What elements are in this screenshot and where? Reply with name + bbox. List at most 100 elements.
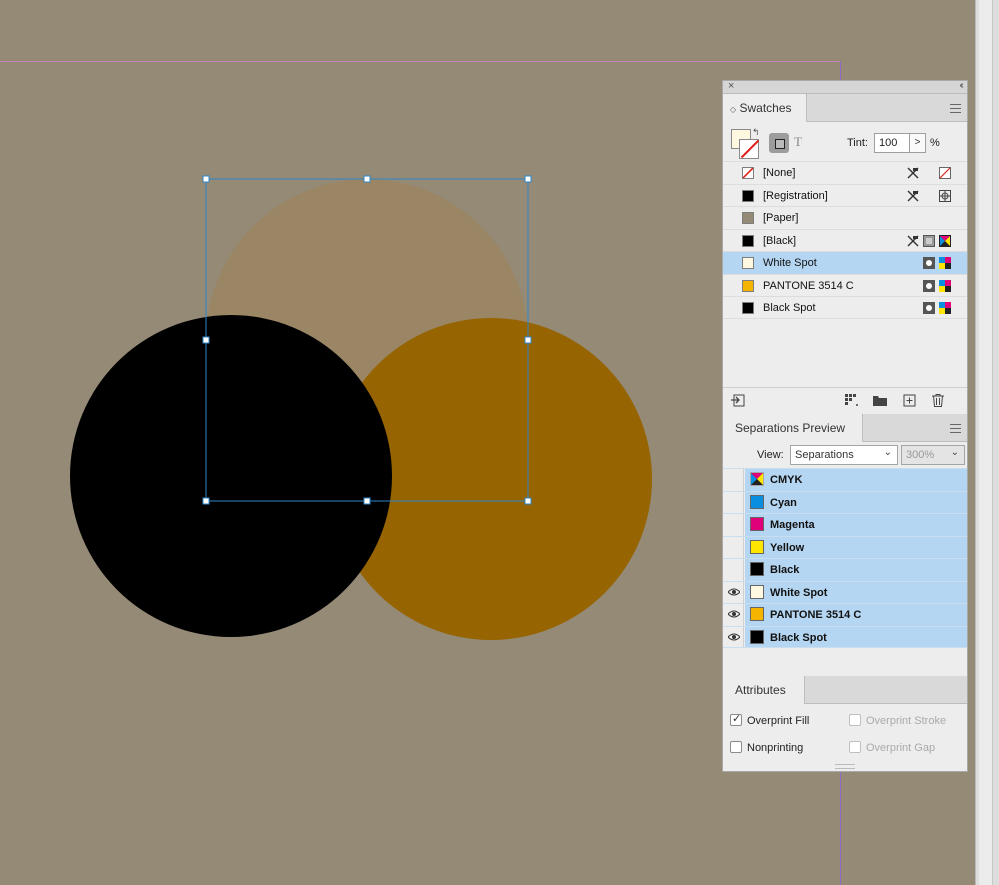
overprint-fill-label: Overprint Fill (747, 715, 810, 727)
swatch-row-paper[interactable]: [Paper] (723, 206, 967, 229)
formatting-text-button[interactable]: T (794, 134, 802, 150)
close-icon[interactable]: × (728, 80, 734, 92)
swatch-chip (742, 212, 754, 224)
nonprinting-checkbox[interactable] (730, 741, 742, 753)
swatch-name: [Registration] (763, 189, 828, 202)
separation-chip (750, 584, 764, 599)
separations-menu-icon[interactable] (950, 424, 961, 433)
handle-middle-right (524, 336, 532, 344)
none-swatch-icon (939, 167, 951, 179)
swatch-name: [Black] (763, 234, 797, 247)
tint-slider-button[interactable]: > (910, 133, 926, 153)
separation-name: White Spot (770, 586, 828, 599)
tab-separations-preview[interactable]: Separations Preview (723, 414, 863, 442)
swatch-name: Black Spot (763, 302, 816, 314)
stroke-swatch-box[interactable] (739, 139, 759, 159)
spot-icon (923, 302, 935, 314)
visibility-toggle[interactable] (723, 536, 744, 558)
new-color-group-icon[interactable] (873, 394, 887, 407)
tab-swatches[interactable]: ◇ Swatches (723, 94, 807, 122)
delete-swatch-icon[interactable] (931, 394, 945, 407)
cmyk-icon (939, 234, 951, 247)
swap-fill-stroke-icon[interactable]: ↰ (752, 127, 760, 138)
swatch-chip (742, 302, 754, 314)
swatch-chip (742, 167, 754, 179)
swatch-row-black-spot[interactable]: Black Spot (723, 296, 967, 319)
visibility-toggle[interactable] (723, 559, 744, 581)
handle-bottom-right (524, 497, 532, 505)
visibility-toggle[interactable] (723, 491, 744, 513)
handle-bottom-center (363, 497, 371, 505)
visibility-toggle[interactable] (723, 469, 744, 491)
separation-chip (750, 607, 764, 621)
collapse-icon[interactable]: ‹‹ (959, 80, 963, 91)
separation-row-black-spot[interactable]: Black Spot (723, 625, 967, 648)
swatches-footer (723, 387, 967, 413)
overprint-fill-checkbox[interactable] (730, 712, 742, 726)
visibility-toggle[interactable] (723, 581, 744, 603)
cmyk-icon (939, 257, 951, 269)
swatch-chip (742, 279, 754, 292)
handle-bottom-left (202, 497, 210, 505)
separation-row-cmyk[interactable]: CMYK (723, 468, 967, 491)
process-icon (923, 234, 935, 247)
tab-attributes[interactable]: Attributes (723, 676, 805, 704)
separation-chip (750, 494, 764, 509)
handle-top-center (363, 175, 371, 183)
swatch-name: [Paper] (763, 212, 799, 224)
formatting-container-button[interactable] (769, 133, 789, 153)
separation-name: Yellow (770, 541, 805, 554)
separation-row-black[interactable]: Black (723, 558, 967, 581)
eye-icon[interactable] (728, 588, 740, 596)
swatch-row-registration[interactable]: [Registration] (723, 183, 967, 207)
cmyk-icon (939, 302, 951, 314)
black-circle[interactable] (70, 315, 392, 637)
no-edit-icon (907, 190, 919, 201)
separation-name: PANTONE 3514 C (770, 609, 862, 621)
tab-options-arrow-icon[interactable]: ◇ (730, 105, 736, 114)
visibility-toggle[interactable] (723, 514, 744, 536)
swatch-list: [None] [Registration] [Paper] [Black] Wh… (723, 161, 967, 319)
panel-titlebar[interactable]: × ‹‹ (723, 80, 967, 94)
separation-chip (750, 517, 764, 531)
new-swatch-icon[interactable] (903, 394, 917, 407)
separation-name: Black Spot (770, 631, 827, 644)
swatches-tab-label: Swatches (739, 101, 792, 115)
separation-row-magenta[interactable]: Magenta (723, 513, 967, 536)
separation-row-yellow[interactable]: Yellow (723, 535, 967, 558)
swatch-row-none[interactable]: [None] (723, 161, 967, 184)
panel-group: × ‹‹ ◇ Swatches ↰ T Tint: 100 > % [None]… (722, 80, 968, 772)
swatch-name: White Spot (763, 257, 817, 269)
swatch-chip (742, 257, 754, 269)
handle-middle-left (202, 336, 210, 344)
swatch-row-pantone-3514[interactable]: PANTONE 3514 C (723, 273, 967, 297)
dock-bar (979, 0, 993, 885)
visibility-toggle[interactable] (723, 626, 744, 647)
separation-name: CMYK (770, 474, 803, 486)
separation-row-pantone-3514[interactable]: PANTONE 3514 C (723, 603, 967, 626)
load-swatches-icon[interactable] (731, 394, 745, 407)
eye-icon[interactable] (728, 610, 740, 618)
swatches-tabbar: ◇ Swatches (723, 94, 967, 122)
cmyk-icon (750, 472, 764, 486)
view-select[interactable]: Separations ⌄ (790, 445, 898, 465)
handle-top-left (202, 175, 210, 183)
swatches-menu-icon[interactable] (950, 104, 961, 113)
tint-input[interactable]: 100 (874, 133, 910, 153)
separation-name: Cyan (770, 496, 797, 509)
chevron-down-icon: ⌄ (950, 447, 959, 458)
swatch-row-black[interactable]: [Black] (723, 228, 967, 252)
eye-icon[interactable] (728, 633, 740, 641)
swatch-name: [None] (763, 167, 796, 179)
swatch-name: PANTONE 3514 C (763, 279, 854, 292)
separation-list: CMYK Cyan Magenta Yellow Black White Spo… (723, 468, 967, 648)
swatch-row-white-spot[interactable]: White Spot (723, 251, 967, 274)
swatch-views-icon[interactable] (845, 394, 859, 407)
separation-chip (750, 562, 764, 576)
visibility-toggle[interactable] (723, 604, 744, 626)
cmyk-icon (939, 279, 951, 292)
separation-row-cyan[interactable]: Cyan (723, 490, 967, 513)
resize-grip[interactable] (835, 764, 855, 769)
swatch-chip (742, 189, 754, 202)
separation-row-white-spot[interactable]: White Spot (723, 580, 967, 603)
